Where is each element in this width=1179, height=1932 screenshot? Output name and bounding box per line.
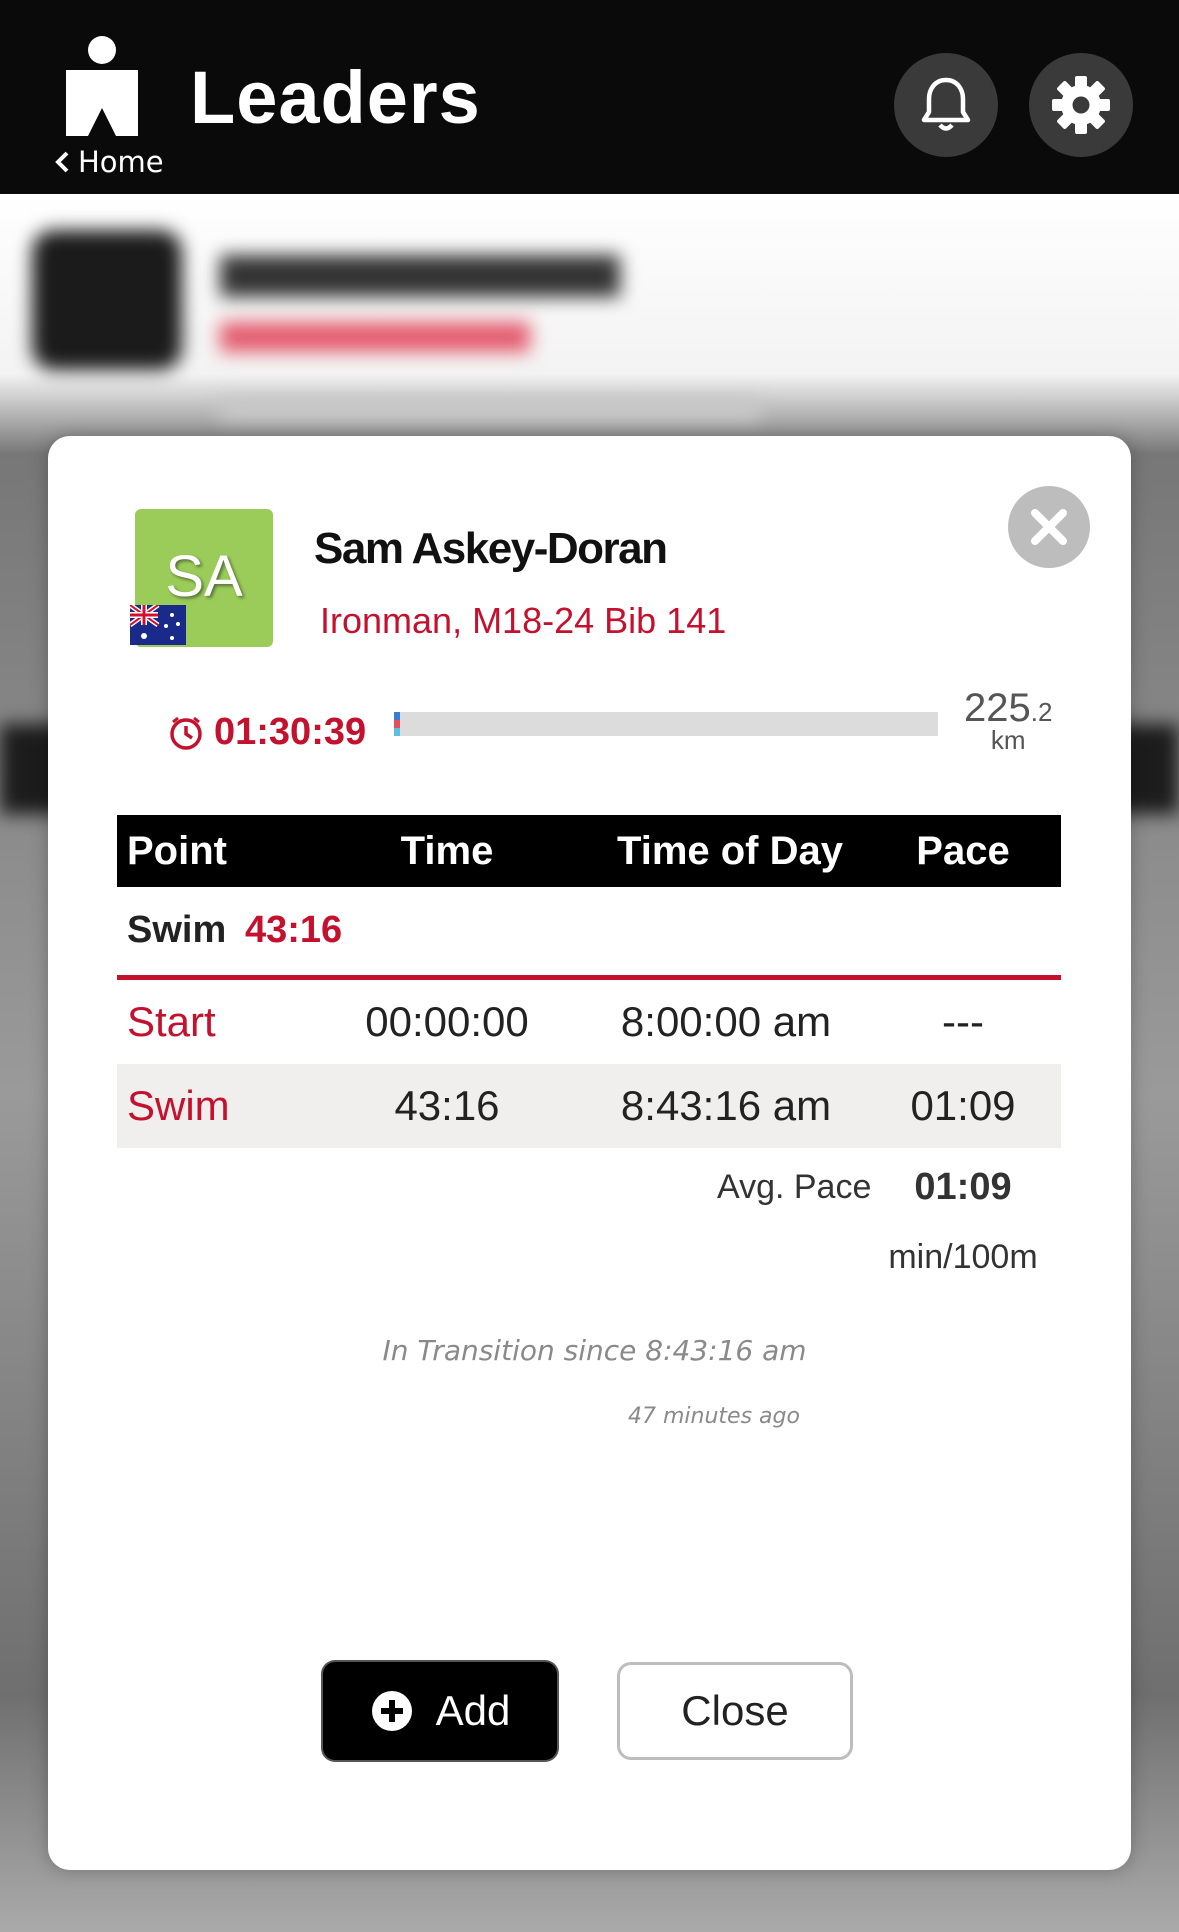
gear-icon [1052,76,1110,134]
avg-pace-unit: min/100m [888,1238,1038,1276]
row-point: Start [127,998,216,1045]
transition-status: In Transition since 8:43:16 am [382,1334,807,1367]
table-row: Start 00:00:00 8:00:00 am --- [117,980,1061,1064]
back-home-link[interactable]: Home [54,145,164,179]
race-progress-marker [394,712,400,736]
header-pace: Pace [916,829,1010,873]
header-time-of-day: Time of Day [617,829,843,873]
plus-circle-icon [371,1691,412,1731]
avatar-initials: SA [165,543,243,609]
row-pace: --- [942,998,984,1045]
page-title: Leaders [190,56,481,139]
row-point: Swim [127,1082,230,1129]
table-header: Point Time Time of Day Pace [117,815,1061,887]
header-point: Point [127,829,227,873]
avg-pace-value: 01:09 [914,1166,1012,1208]
table-row: Swim 43:16 8:43:16 am 01:09 [117,1064,1061,1148]
add-athlete-button[interactable]: Add [323,1662,557,1760]
settings-button[interactable] [1029,53,1133,157]
distance-decimal: .2 [1030,697,1053,727]
section-swim-header: Swim 43:16 [117,887,1061,980]
average-pace: Avg. Pace 01:09 min/100m [117,1148,1061,1298]
back-home-label: Home [78,145,164,179]
background-text [220,322,530,352]
clock-icon [170,716,202,750]
add-button-label: Add [435,1687,511,1734]
header-time: Time [400,829,494,873]
splits-table: Point Time Time of Day Pace Swim 43:16 S… [117,815,1061,1298]
row-time-of-day: 8:00:00 am [620,998,832,1045]
race-progress-bar [394,712,938,736]
last-update-ago: 47 minutes ago [628,1404,800,1429]
close-modal-button[interactable] [1008,486,1090,568]
background-thumbnail [32,230,182,370]
athlete-division-bib: Ironman, M18-24 Bib 141 [320,600,727,641]
top-bar: Leaders Home [0,0,1179,194]
section-label: Swim [127,909,227,951]
row-time: 00:00:00 [365,998,529,1045]
section-time: 43:16 [245,909,343,951]
athlete-name: Sam Askey-Doran [314,524,668,573]
notifications-button[interactable] [894,53,998,157]
elapsed-time: 01:30:39 [168,711,366,754]
row-time: 43:16 [394,1082,500,1129]
australia-flag-icon [130,605,186,645]
distance-whole: 225 [964,686,1031,730]
athlete-detail-modal: SA Sam Askey-Doran Ironman, M18-24 Bib 1… [48,436,1131,1870]
ironman-logo-icon[interactable] [64,36,140,136]
elapsed-time-value: 01:30:39 [214,711,367,753]
bell-icon [921,77,971,131]
row-time-of-day: 8:43:16 am [620,1082,832,1129]
avg-pace-label: Avg. Pace [717,1168,872,1206]
close-button[interactable]: Close [617,1662,853,1760]
row-pace: 01:09 [910,1082,1016,1129]
chevron-left-icon [55,151,69,173]
close-x-icon [1031,509,1067,545]
background-text [220,255,620,297]
total-distance: 225.2 km [964,686,1052,756]
background-text [220,398,760,420]
